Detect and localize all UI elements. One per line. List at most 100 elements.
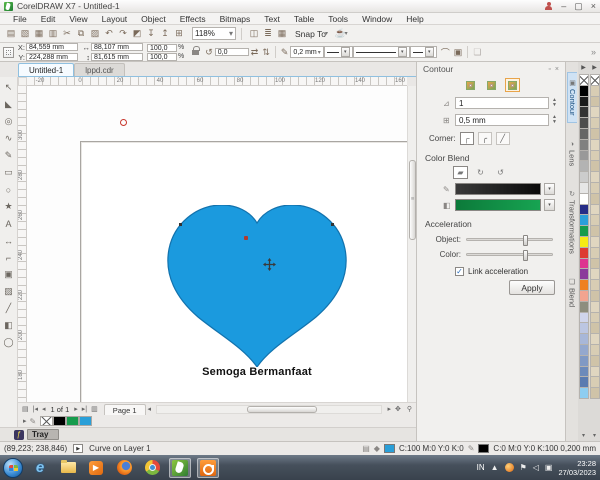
text-wrap-icon[interactable]: ▣ xyxy=(454,47,463,58)
to-center-contour-button[interactable] xyxy=(463,78,478,92)
account-icon[interactable] xyxy=(544,2,553,11)
palette-swatch[interactable] xyxy=(579,74,589,86)
action-center-flag-icon[interactable]: ⚑ xyxy=(520,463,527,472)
chevron-down-icon[interactable]: ▾ xyxy=(544,199,555,211)
palette-flyout-icon[interactable]: ▸ xyxy=(21,417,29,425)
save-icon[interactable]: ▦ xyxy=(32,27,46,41)
copy-icon[interactable]: ⧉ xyxy=(74,27,88,41)
add-page-icon[interactable]: ▤ xyxy=(20,405,31,413)
ellipse-tool[interactable]: ○ xyxy=(1,182,16,197)
object-height-input[interactable]: 81,615 mm xyxy=(91,53,143,61)
palette-scroll-down-icon[interactable]: ▾ xyxy=(593,432,596,441)
inside-contour-button[interactable] xyxy=(484,78,499,92)
palette-swatch[interactable] xyxy=(53,416,66,426)
rectangle-tool[interactable]: ▭ xyxy=(1,165,16,180)
new-document-icon[interactable]: ▤ xyxy=(4,27,18,41)
chevron-down-icon[interactable]: ▾ xyxy=(544,183,555,195)
artistic-media-tool[interactable]: ✎ xyxy=(1,148,16,163)
object-y-input[interactable]: 224,288 mm xyxy=(26,53,78,61)
open-icon[interactable]: ▧ xyxy=(18,27,32,41)
line-style-select[interactable]: ▾ xyxy=(353,46,410,58)
tray-app-icon[interactable] xyxy=(505,463,514,472)
freehand-tool[interactable]: ∿ xyxy=(1,131,16,146)
counterclockwise-blend-button[interactable]: ↺ xyxy=(493,166,508,179)
add-page-icon[interactable]: ▥ xyxy=(89,405,100,413)
search-content-icon[interactable]: ◩ xyxy=(130,27,144,41)
round-corner-button[interactable]: ╭ xyxy=(478,132,492,145)
vertical-scrollbar-thumb[interactable] xyxy=(409,160,416,240)
scale-v-input[interactable]: 100,0 xyxy=(147,53,177,61)
minimize-button[interactable]: – xyxy=(561,2,566,11)
contour-steps-input[interactable]: 1 xyxy=(455,97,549,109)
eyedropper-tool[interactable]: ╱ xyxy=(1,301,16,316)
linear-blend-button[interactable]: ▰ xyxy=(453,166,468,179)
cut-icon[interactable]: ✂ xyxy=(60,27,74,41)
drawing-canvas[interactable]: Semoga Bermanfaat xyxy=(27,86,407,402)
close-curve-icon[interactable]: ⌒ xyxy=(441,46,450,59)
outline-pen-tool[interactable]: ◯ xyxy=(1,335,16,350)
slider-thumb[interactable] xyxy=(523,235,528,246)
restore-button[interactable]: ▢ xyxy=(574,2,583,11)
drop-shadow-tool[interactable]: ▣ xyxy=(1,267,16,282)
object-x-input[interactable]: 84,559 mm xyxy=(26,43,78,51)
import-icon[interactable]: ↧ xyxy=(144,27,158,41)
menu-table[interactable]: Table xyxy=(287,13,321,25)
menu-effects[interactable]: Effects xyxy=(173,13,213,25)
heart-shape[interactable] xyxy=(163,205,351,367)
object-acceleration-slider[interactable] xyxy=(466,238,553,241)
start-arrowhead-select[interactable]: ▾ xyxy=(324,46,353,58)
screen-recorder-icon[interactable] xyxy=(197,458,219,478)
coreldraw-taskbar-icon[interactable] xyxy=(169,458,191,478)
menu-help[interactable]: Help xyxy=(399,13,430,25)
menu-view[interactable]: View xyxy=(62,13,94,25)
show-hidden-icons-icon[interactable]: ▲ xyxy=(491,463,499,472)
chrome-icon[interactable] xyxy=(141,458,163,478)
color-acceleration-slider[interactable] xyxy=(466,253,553,256)
menu-layout[interactable]: Layout xyxy=(95,13,135,25)
tray-button[interactable]: Tray xyxy=(27,429,59,440)
fill-color-indicator[interactable] xyxy=(384,444,395,453)
snap-to-dropdown[interactable]: Snap To ▾ xyxy=(291,27,332,41)
application-launcher-icon[interactable]: ⊞ xyxy=(172,27,186,41)
overflow-chevron-icon[interactable]: » xyxy=(591,47,596,57)
media-player-icon[interactable]: ▶ xyxy=(85,458,107,478)
title-bar[interactable]: CorelDRAW X7 - Untitled-1 – ▢ × xyxy=(0,0,600,13)
internet-explorer-icon[interactable]: e xyxy=(29,458,51,478)
interactive-fill-tool[interactable]: ◧ xyxy=(1,318,16,333)
slider-thumb[interactable] xyxy=(523,250,528,261)
miter-corner-button[interactable]: ┌ xyxy=(460,132,474,145)
undo-icon[interactable]: ↶ xyxy=(102,27,116,41)
pan-icon[interactable]: ✥ xyxy=(393,405,403,413)
spinner-arrows[interactable]: ▲▼ xyxy=(552,115,557,125)
end-arrowhead-select[interactable]: ▾ xyxy=(410,46,437,58)
menu-text[interactable]: Text xyxy=(257,13,287,25)
contour-offset-input[interactable]: 0,5 mm xyxy=(455,114,549,126)
transparency-tool[interactable]: ▨ xyxy=(1,284,16,299)
outline-width-select[interactable]: 0,2 mm ▾ xyxy=(290,46,323,58)
network-icon[interactable]: ▣ xyxy=(545,463,553,472)
outline-status-icon[interactable]: ✎ xyxy=(468,444,475,453)
to-front-icon[interactable]: ❏ xyxy=(473,47,481,58)
dimension-tool[interactable]: ↔ xyxy=(1,233,16,248)
object-width-input[interactable]: 88,107 mm xyxy=(91,43,143,51)
heart-caption-text[interactable]: Semoga Bermanfaat xyxy=(163,366,351,378)
tab-transformations[interactable]: ↻Transformations xyxy=(568,184,577,260)
menu-window[interactable]: Window xyxy=(355,13,399,25)
vertical-ruler[interactable]: 300280260240220200180160 xyxy=(18,86,27,402)
first-page-icon[interactable]: |◂ xyxy=(31,405,40,413)
fill-color-swatch[interactable] xyxy=(455,199,541,211)
shape-node[interactable] xyxy=(331,223,334,226)
horizontal-ruler[interactable]: -20020406080100120140160 xyxy=(27,77,407,86)
export-icon[interactable]: ↥ xyxy=(158,27,172,41)
tab-lens[interactable]: ◑Lens xyxy=(568,135,577,172)
redo-icon[interactable]: ↷ xyxy=(116,27,130,41)
palette-swatch[interactable] xyxy=(590,74,600,86)
lock-ratio-icon[interactable] xyxy=(192,50,199,55)
print-icon[interactable]: ▥ xyxy=(46,27,60,41)
file-explorer-icon[interactable] xyxy=(57,458,79,478)
fill-status-icon[interactable]: ◆ xyxy=(374,444,380,453)
polygon-tool[interactable]: ★ xyxy=(1,199,16,214)
clock[interactable]: 23:28 27/03/2023 xyxy=(558,459,596,477)
tab-lppd-cdr[interactable]: lppd.cdr xyxy=(74,63,124,76)
tab-untitled-1[interactable]: Untitled-1 xyxy=(18,63,74,76)
